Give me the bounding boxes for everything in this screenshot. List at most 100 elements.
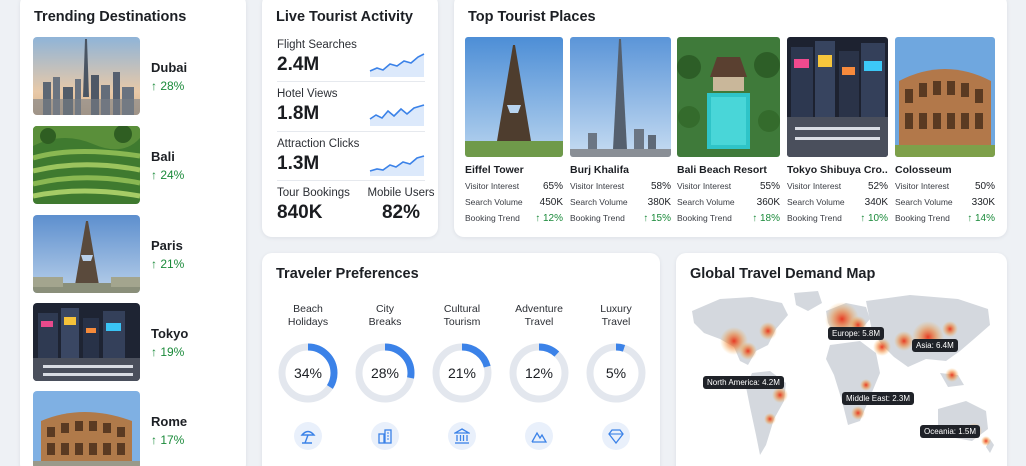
row-label: Search Volume [787,197,845,207]
heat-spot [851,406,865,420]
place-card-tokyo-shibuya[interactable]: Tokyo Shibuya Cro... Visitor Interest 52%… [787,37,888,224]
metric-value: 82% [381,202,421,223]
place-name: Tokyo Shibuya Cro... [787,164,888,176]
dubai-photo [33,37,140,115]
sparkline-icon [369,155,425,176]
row-label: Visitor Interest [677,181,732,191]
colosseum-photo [895,37,995,157]
donut-value: 12% [525,365,553,381]
booking-trend-value: ↑ 14% [967,213,995,224]
metric-tour-bookings: Tour Bookings 840K [277,187,357,224]
top-tourist-places-card: Top Tourist Places Eiffel Tower Visitor … [454,0,1007,237]
diamond-icon [602,422,630,450]
preference-donut: 34% [278,343,338,403]
preference-label-line1: Adventure [515,303,563,315]
row-label: Booking Trend [895,213,950,223]
heat-spot [873,338,891,356]
map-label-oceania[interactable]: Oceania: 1.5M [920,425,981,438]
search-volume-value: 380K [647,197,671,208]
destination-change: ↑ 28% [151,79,185,93]
preference-label-line2: Travel [524,316,554,328]
destination-item-tokyo[interactable]: Tokyo ↑ 19% [33,303,233,381]
row-label: Visitor Interest [787,181,842,191]
sparkline-icon [369,53,425,77]
row-label: Search Volume [677,197,735,207]
sparkline-icon [369,104,425,126]
map-label-middle-east[interactable]: Middle East: 2.3M [842,392,915,405]
mountain-icon [525,422,553,450]
preference-cultural-tourism[interactable]: Cultural Tourism 21% [427,303,497,450]
donut-value: 21% [448,365,476,381]
destination-item-paris[interactable]: Paris ↑ 21% [33,215,233,293]
live-tourist-activity-card: Live Tourist Activity Flight Searches 2.… [262,0,438,237]
heat-spot [759,322,777,340]
preference-beach-holidays[interactable]: Beach Holidays 34% [273,303,343,450]
heat-spot [981,436,991,446]
visitor-interest-value: 58% [650,181,671,192]
preference-label-line1: Beach [293,303,323,315]
heat-spot [894,331,914,351]
preference-label-line2: Breaks [368,316,402,328]
global-demand-title: Global Travel Demand Map [690,266,876,282]
tokyo-shibuya-photo [787,37,888,157]
preference-city-breaks[interactable]: City Breaks 28% [350,303,420,450]
top-places-title: Top Tourist Places [468,9,596,25]
metric-label: Flight Searches [277,39,357,51]
destination-item-rome[interactable]: Rome ↑ 17% [33,391,233,466]
metric-mobile-users: Mobile Users 82% [366,187,436,224]
destination-change: ↑ 17% [151,433,185,447]
search-volume-value: 450K [539,197,563,208]
metric-label: Hotel Views [277,88,338,100]
search-volume-value: 360K [756,197,780,208]
heat-spot [945,368,959,382]
destination-change: ↑ 21% [151,257,185,271]
place-card-eiffel-tower[interactable]: Eiffel Tower Visitor Interest 65% Search … [465,37,563,224]
divider [277,131,425,132]
donut-value: 28% [371,365,399,381]
preference-luxury-travel[interactable]: Luxury Travel 5% [581,303,651,450]
place-name: Bali Beach Resort [677,164,767,176]
destination-name: Rome [151,414,188,429]
traveler-preferences-title: Traveler Preferences [276,266,419,282]
place-card-bali-beach-resort[interactable]: Bali Beach Resort Visitor Interest 55% Se… [677,37,780,224]
place-name: Burj Khalifa [570,164,629,176]
heat-spot [772,387,788,403]
booking-trend-value: ↑ 12% [535,213,563,224]
booking-trend-value: ↑ 10% [860,213,888,224]
metric-flight-searches: Flight Searches 2.4M [277,39,425,77]
heat-spot [739,342,757,360]
preference-label-line1: City [375,303,395,315]
destination-change: ↑ 24% [151,168,185,182]
row-label: Visitor Interest [895,181,950,191]
map-label-asia[interactable]: Asia: 6.4M [912,339,958,352]
visitor-interest-value: 50% [974,181,995,192]
destination-item-dubai[interactable]: Dubai ↑ 28% [33,37,233,115]
map-label-europe[interactable]: Europe: 5.8M [828,327,885,340]
place-card-burj-khalifa[interactable]: Burj Khalifa Visitor Interest 58% Search … [570,37,671,224]
preference-adventure-travel[interactable]: Adventure Travel 12% [504,303,574,450]
row-label: Search Volume [570,197,628,207]
preference-donut: 12% [509,343,569,403]
booking-trend-value: ↑ 18% [752,213,780,224]
map-label-north-america[interactable]: North America: 4.2M [703,376,784,389]
metric-label: Tour Bookings [277,187,350,199]
row-label: Booking Trend [465,213,520,223]
metric-attraction-clicks: Attraction Clicks 1.3M [277,138,425,176]
rome-photo [33,391,140,466]
global-travel-demand-map-card: Global Travel Demand Map North America: … [676,253,1007,466]
place-card-colosseum[interactable]: Colosseum Visitor Interest 50% Search Vol… [895,37,995,224]
metric-value: 840K [277,202,323,223]
visitor-interest-value: 55% [759,181,780,192]
destination-item-bali[interactable]: Bali ↑ 24% [33,126,233,204]
divider [277,81,425,82]
live-activity-title: Live Tourist Activity [276,9,413,25]
search-volume-value: 340K [864,197,888,208]
booking-trend-value: ↑ 15% [643,213,671,224]
preference-label-line2: Tourism [443,316,481,328]
destination-name: Bali [151,149,175,164]
destination-change: ↑ 19% [151,345,185,359]
preference-label-line2: Travel [601,316,631,328]
divider [277,180,425,181]
metric-hotel-views: Hotel Views 1.8M [277,88,425,126]
trending-destinations-title: Trending Destinations [34,9,187,25]
